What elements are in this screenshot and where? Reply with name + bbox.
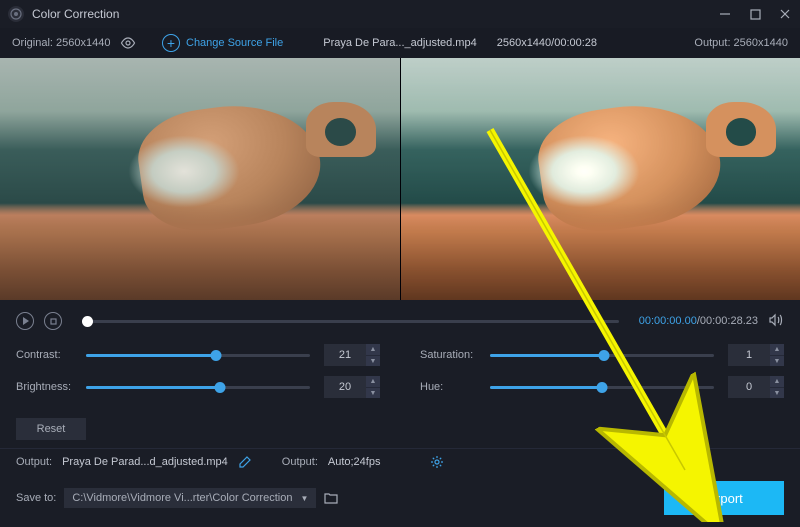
brightness-slider[interactable]: [86, 386, 310, 389]
saturation-label: Saturation:: [420, 349, 490, 361]
save-path-box: C:\Vidmore\Vidmore Vi...rter\Color Corre…: [64, 488, 316, 508]
saturation-step-down[interactable]: ▼: [770, 355, 784, 366]
hue-input[interactable]: 0 ▲▼: [728, 376, 784, 398]
app-title: Color Correction: [32, 7, 718, 21]
save-row: Save to: C:\Vidmore\Vidmore Vi...rter\Co…: [0, 475, 800, 527]
current-time: 00:00:00.00: [639, 315, 697, 327]
brightness-value: 20: [324, 381, 366, 393]
reset-button[interactable]: Reset: [16, 418, 86, 440]
minimize-button[interactable]: [718, 7, 732, 21]
output-settings: Auto;24fps: [328, 456, 381, 468]
browse-folder-icon[interactable]: [324, 491, 338, 505]
hue-label: Hue:: [420, 381, 490, 393]
adjusted-preview-pane: [400, 58, 800, 300]
titlebar: Color Correction: [0, 0, 800, 28]
original-preview-pane: [0, 58, 400, 300]
hue-step-up[interactable]: ▲: [770, 376, 784, 387]
play-button[interactable]: [16, 312, 34, 330]
brightness-input[interactable]: 20 ▲▼: [324, 376, 380, 398]
contrast-input[interactable]: 21 ▲▼: [324, 344, 380, 366]
close-button[interactable]: [778, 7, 792, 21]
edit-filename-icon[interactable]: [238, 455, 252, 469]
original-resolution: Original: 2560x1440: [12, 37, 110, 49]
change-source-button[interactable]: + Change Source File: [162, 34, 283, 52]
contrast-value: 21: [324, 349, 366, 361]
timeline-slider[interactable]: [82, 320, 619, 323]
preview-area: [0, 58, 800, 300]
saturation-value: 1: [728, 349, 770, 361]
output-row: Output: Praya De Parad...d_adjusted.mp4 …: [0, 448, 800, 475]
saturation-row: Saturation: 1 ▲▼: [420, 344, 784, 366]
volume-icon[interactable]: [768, 313, 784, 329]
hue-row: Hue: 0 ▲▼: [420, 376, 784, 398]
save-path: C:\Vidmore\Vidmore Vi...rter\Color Corre…: [72, 492, 292, 504]
contrast-label: Contrast:: [16, 349, 86, 361]
saturation-thumb[interactable]: [599, 350, 610, 361]
save-to-label: Save to:: [16, 492, 56, 504]
export-button[interactable]: Export: [664, 481, 784, 515]
output-resolution: Output: 2560x1440: [694, 37, 788, 49]
stop-button[interactable]: [44, 312, 62, 330]
maximize-button[interactable]: [748, 7, 762, 21]
plus-icon: +: [162, 34, 180, 52]
hue-slider[interactable]: [490, 386, 714, 389]
timeline-thumb[interactable]: [82, 316, 93, 327]
settings-gear-icon[interactable]: [430, 455, 444, 469]
change-source-label: Change Source File: [186, 37, 283, 49]
brightness-step-down[interactable]: ▼: [366, 387, 380, 398]
brightness-label: Brightness:: [16, 381, 86, 393]
controls-panel: 00:00:00.00/00:00:28.23 Contrast: 21 ▲▼ …: [0, 300, 800, 448]
contrast-slider[interactable]: [86, 354, 310, 357]
brightness-step-up[interactable]: ▲: [366, 376, 380, 387]
saturation-slider[interactable]: [490, 354, 714, 357]
time-display: 00:00:00.00/00:00:28.23: [639, 315, 758, 327]
brightness-thumb[interactable]: [215, 382, 226, 393]
path-dropdown-icon[interactable]: ▼: [300, 494, 308, 503]
contrast-step-up[interactable]: ▲: [366, 344, 380, 355]
source-filename: Praya De Para..._adjusted.mp4: [323, 37, 476, 49]
hue-thumb[interactable]: [597, 382, 608, 393]
info-bar: Original: 2560x1440 + Change Source File…: [0, 28, 800, 58]
saturation-step-up[interactable]: ▲: [770, 344, 784, 355]
contrast-row: Contrast: 21 ▲▼: [16, 344, 380, 366]
window-controls: [718, 7, 792, 21]
brightness-row: Brightness: 20 ▲▼: [16, 376, 380, 398]
preview-toggle-icon[interactable]: [120, 35, 136, 51]
source-resolution-duration: 2560x1440/00:00:28: [497, 37, 597, 49]
hue-step-down[interactable]: ▼: [770, 387, 784, 398]
output-label-2: Output:: [282, 456, 318, 468]
hue-value: 0: [728, 381, 770, 393]
output-filename: Praya De Parad...d_adjusted.mp4: [62, 456, 228, 468]
saturation-input[interactable]: 1 ▲▼: [728, 344, 784, 366]
contrast-thumb[interactable]: [210, 350, 221, 361]
contrast-step-down[interactable]: ▼: [366, 355, 380, 366]
app-icon: [8, 6, 24, 22]
output-label-1: Output:: [16, 456, 52, 468]
total-time: /00:00:28.23: [697, 315, 758, 327]
